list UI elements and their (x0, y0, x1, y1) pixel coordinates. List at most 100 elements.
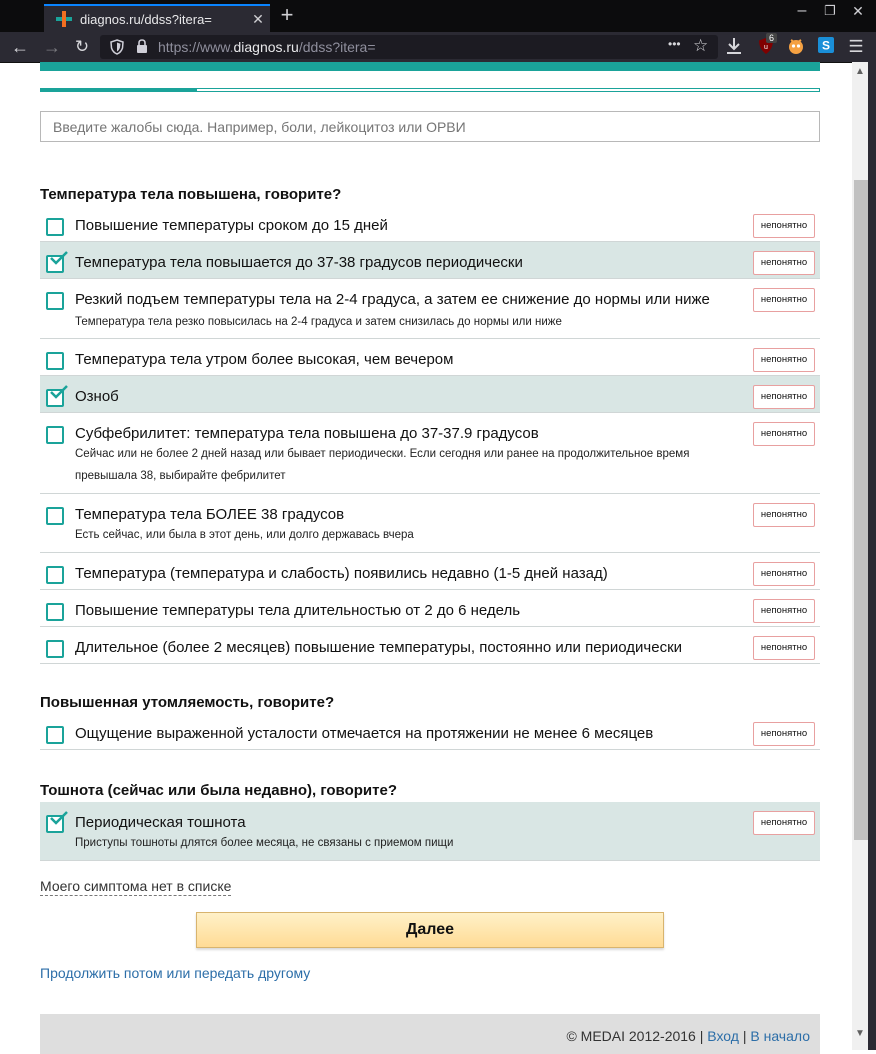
symptom-label: Озноб (75, 388, 119, 405)
page-actions-icon[interactable]: ••• (668, 37, 681, 51)
tab-close-icon[interactable]: ✕ (246, 11, 270, 28)
checkbox[interactable] (46, 566, 64, 584)
bookmark-star-icon[interactable]: ☆ (693, 36, 708, 56)
checkbox[interactable] (46, 218, 64, 236)
next-button[interactable]: Далее (196, 912, 664, 948)
symptom-label: Температура тела БОЛЕЕ 38 градусов (75, 506, 345, 523)
url-bar[interactable]: https://www.diagnos.ru/ddss?itera= ••• ☆ (100, 35, 718, 59)
checkmark-icon (50, 811, 68, 825)
svg-text:u: u (764, 44, 768, 51)
unclear-button[interactable]: непонятно (753, 599, 815, 623)
back-icon[interactable]: ← (10, 37, 30, 57)
symptom-label: Длительное (более 2 месяцев) повышение т… (75, 639, 683, 656)
menu-icon[interactable]: ☰ (846, 37, 866, 57)
window-close-button[interactable]: ✕ (846, 0, 870, 24)
progress-bar (40, 88, 820, 92)
symptom-row[interactable]: Длительное (более 2 месяцев) повышение т… (40, 627, 820, 664)
symptom-row[interactable]: Температура тела повышается до 37-38 гра… (40, 242, 820, 279)
svg-text:S: S (822, 39, 830, 53)
symptom-row[interactable]: Температура тела БОЛЕЕ 38 градусов Есть … (40, 494, 820, 553)
scrollbar-thumb[interactable] (854, 180, 868, 840)
section-title-fatigue: Повышенная утомляемость, говорите? (40, 694, 335, 711)
symptom-label: Повышение температуры тела длительностью… (75, 602, 521, 619)
footer-text: © MEDAI 2012-2016 | Вход | В начало (566, 1028, 810, 1044)
symptom-row[interactable]: Резкий подъем температуры тела на 2-4 гр… (40, 279, 820, 339)
checkbox[interactable] (46, 292, 64, 310)
checkbox[interactable] (46, 640, 64, 658)
checkmark-icon (50, 251, 68, 265)
unclear-button[interactable]: непонятно (753, 348, 815, 372)
window-edge (868, 62, 876, 1050)
symptom-label: Субфебрилитет: температура тела повышена… (75, 425, 539, 442)
symptom-description: Есть сейчас, или была в этот день, или д… (75, 529, 414, 541)
home-link[interactable]: В начало (750, 1028, 810, 1044)
symptom-row[interactable]: Температура (температура и слабость) поя… (40, 553, 820, 590)
symptom-label: Ощущение выраженной усталости отмечается… (75, 725, 654, 742)
checkbox[interactable] (46, 352, 64, 370)
unclear-button[interactable]: непонятно (753, 562, 815, 586)
unclear-button[interactable]: непонятно (753, 422, 815, 446)
lock-icon[interactable] (136, 39, 148, 59)
symptom-row[interactable]: Температура тела утром более высокая, че… (40, 339, 820, 376)
checkbox[interactable] (46, 507, 64, 525)
new-tab-button[interactable]: + (276, 4, 298, 28)
site-favicon-icon (56, 11, 72, 27)
tab-title: diagnos.ru/ddss?itera= (80, 11, 212, 27)
complaint-search-input[interactable] (40, 111, 820, 142)
symptom-row[interactable]: Повышение температуры тела длительностью… (40, 590, 820, 627)
unclear-button[interactable]: непонятно (753, 288, 815, 312)
unclear-button[interactable]: непонятно (753, 503, 815, 527)
symptom-row[interactable]: Периодическая тошнота Приступы тошноты д… (40, 802, 820, 861)
copyright-text: © MEDAI 2012-2016 | (566, 1028, 704, 1044)
symptom-description: Сейчас или не более 2 дней назад или быв… (75, 448, 690, 482)
symptom-label: Периодическая тошнота (75, 814, 246, 831)
unclear-button[interactable]: непонятно (753, 251, 815, 275)
ublock-count-badge: 6 (766, 33, 778, 43)
section-title-temperature: Температура тела повышена, говорите? (40, 186, 342, 203)
checkbox[interactable] (46, 603, 64, 621)
download-icon[interactable] (724, 37, 744, 57)
unclear-button[interactable]: непонятно (753, 811, 815, 835)
continue-later-link[interactable]: Продолжить потом или передать другому (40, 965, 310, 981)
symptom-label: Повышение температуры сроком до 15 дней (75, 217, 388, 234)
unclear-button[interactable]: непонятно (753, 214, 815, 238)
symptom-row[interactable]: Повышение температуры сроком до 15 дней … (40, 205, 820, 242)
footer-separator: | (742, 1028, 747, 1044)
symptom-row[interactable]: Озноб непонятно (40, 376, 820, 413)
section-title-nausea: Тошнота (сейчас или была недавно), говор… (40, 782, 397, 799)
forward-icon[interactable]: → (42, 37, 62, 57)
unclear-button[interactable]: непонятно (753, 722, 815, 746)
browser-tab[interactable]: diagnos.ru/ddss?itera= ✕ (44, 4, 270, 32)
unclear-button[interactable]: непонятно (753, 636, 815, 660)
scroll-down-icon[interactable]: ▼ (855, 1028, 865, 1039)
minimize-button[interactable]: – (790, 0, 814, 24)
symptom-label: Температура тела утром более высокая, че… (75, 351, 454, 368)
symptom-row[interactable]: Субфебрилитет: температура тела повышена… (40, 413, 820, 494)
login-link[interactable]: Вход (707, 1028, 739, 1044)
symptom-description: Приступы тошноты длятся более месяца, не… (75, 837, 454, 849)
maximize-button[interactable]: ❐ (818, 0, 842, 24)
navigation-bar: ← → ↻ https://www.diagnos.ru/ddss?itera=… (0, 32, 876, 63)
symptom-row[interactable]: Ощущение выраженной усталости отмечается… (40, 713, 820, 750)
no-symptom-link[interactable]: Моего симптома нет в списке (40, 878, 232, 896)
tab-bar: diagnos.ru/ddss?itera= ✕ + – ❐ ✕ (0, 0, 876, 32)
scroll-up-icon[interactable]: ▲ (855, 66, 865, 77)
checkbox-checked[interactable] (46, 385, 68, 407)
progress-fill (41, 89, 197, 91)
checkmark-icon (50, 385, 68, 399)
header-accent-bar (40, 62, 820, 71)
unclear-button[interactable]: непонятно (753, 385, 815, 409)
skype-extension-icon[interactable]: S (816, 37, 836, 57)
footer: © MEDAI 2012-2016 | Вход | В начало (40, 1014, 820, 1054)
symptom-label: Температура (температура и слабость) поя… (75, 565, 608, 582)
symptom-label: Температура тела повышается до 37-38 гра… (75, 254, 523, 271)
reload-icon[interactable]: ↻ (72, 37, 92, 57)
checkbox-checked[interactable] (46, 251, 68, 273)
fox-extension-icon[interactable] (786, 37, 806, 57)
checkbox[interactable] (46, 726, 64, 744)
checkbox-checked[interactable] (46, 811, 68, 833)
symptom-description: Температура тела резко повысилась на 2-4… (75, 316, 562, 328)
checkbox[interactable] (46, 426, 64, 444)
url-text: https://www.diagnos.ru/ddss?itera= (158, 39, 376, 55)
shield-icon[interactable] (110, 39, 124, 60)
